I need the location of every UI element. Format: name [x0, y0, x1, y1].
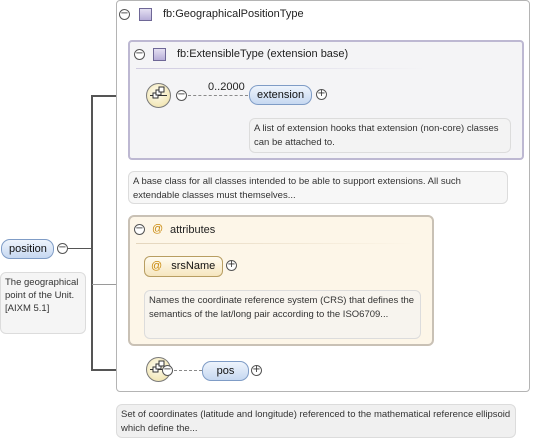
cardinality-connector [188, 95, 248, 96]
collapse-icon[interactable]: − [119, 9, 130, 20]
type-box-title: fb:GeographicalPositionType [163, 8, 304, 20]
attribute-icon: @ [151, 260, 163, 272]
sequence-compositor-icon [146, 83, 171, 108]
attributes-header-divider [136, 243, 416, 244]
trunk-line [91, 96, 93, 370]
attribute-icon: @ [152, 223, 164, 235]
collapse-icon[interactable]: − [176, 90, 187, 101]
pos-element[interactable]: pos [202, 361, 249, 381]
root-connector [68, 248, 92, 249]
extension-cardinality: 0..2000 [208, 81, 245, 93]
collapse-icon[interactable]: − [134, 224, 145, 235]
attributes-title: attributes [170, 224, 216, 236]
srsname-doc: Names the coordinate reference system (C… [144, 290, 421, 339]
collapse-icon[interactable]: − [57, 243, 68, 254]
extension-element-doc: A list of extension hooks that extension… [249, 118, 511, 153]
srsname-attribute[interactable]: @ srsName [144, 256, 223, 277]
srsname-label: srsName [171, 260, 216, 272]
geographical-position-type-doc: Set of coordinates (latitude and longitu… [116, 404, 516, 438]
ext-header-divider [136, 68, 426, 69]
collapse-icon[interactable]: − [162, 365, 173, 376]
complex-type-icon [153, 48, 166, 61]
collapse-icon[interactable]: − [134, 49, 145, 60]
expand-icon[interactable]: + [316, 89, 327, 100]
expand-icon[interactable]: + [226, 260, 237, 271]
position-doc: The geographical point of the Unit. [AIX… [0, 272, 86, 334]
ext-box-title: fb:ExtensibleType (extension base) [177, 48, 349, 60]
extension-element[interactable]: extension [249, 85, 312, 105]
expand-icon[interactable]: + [251, 365, 262, 376]
extensible-type-doc: A base class for all classes intended to… [128, 171, 508, 204]
complex-type-icon [139, 8, 152, 21]
position-element[interactable]: position [1, 239, 54, 259]
pos-connector [174, 370, 202, 371]
